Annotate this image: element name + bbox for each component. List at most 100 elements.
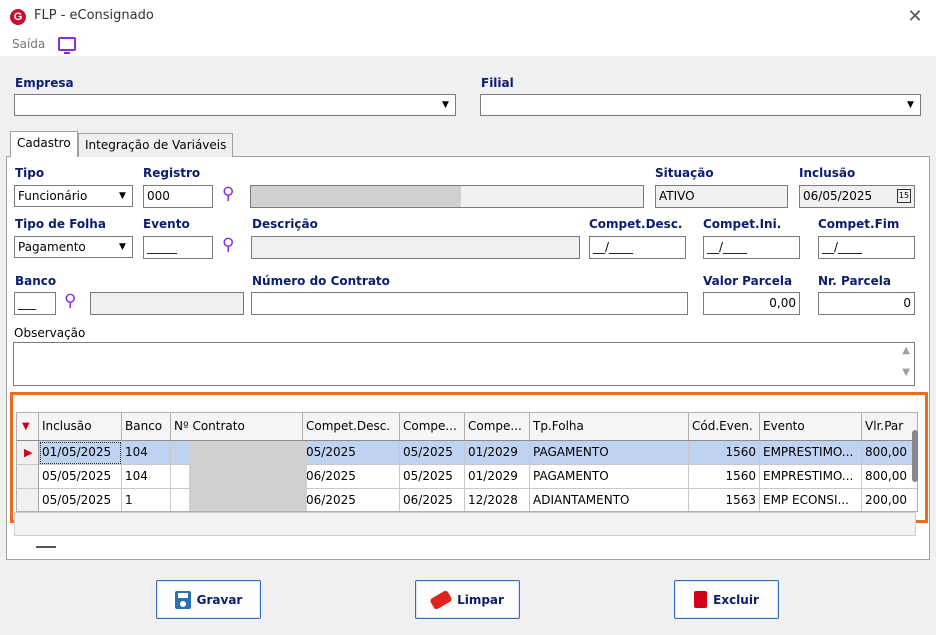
col-header-cod-evento[interactable]: Cód.Even. (689, 413, 760, 441)
cell-compet-desc[interactable]: 06/2025 (303, 465, 400, 489)
cell-cod-evento[interactable]: 1560 (689, 465, 760, 489)
col-header-compet-fim[interactable]: Compe... (465, 413, 530, 441)
tab-integracao-variaveis[interactable]: Integração de Variáveis (78, 133, 234, 157)
cell-banco[interactable]: 104 (122, 441, 171, 465)
calendar-icon[interactable]: 15 (897, 189, 911, 203)
cell-tp-folha[interactable]: ADIANTAMENTO (530, 489, 689, 511)
col-header-compet-desc[interactable]: Compet.Desc. (303, 413, 400, 441)
inclusao-label: Inclusão (799, 166, 856, 180)
registro-input[interactable]: 000 (143, 185, 213, 208)
cell-compet-ini[interactable]: 05/2025 (400, 441, 465, 465)
close-icon[interactable]: ✕ (900, 3, 930, 31)
numero-contrato-label: Número do Contrato (252, 274, 390, 288)
limpar-label: Limpar (457, 592, 504, 607)
grid-menu-icon[interactable]: ▼ (17, 413, 39, 441)
registro-label: Registro (143, 166, 201, 180)
cell-cod-evento[interactable]: 1563 (689, 489, 760, 511)
valor-parcela-input[interactable]: 0,00 (703, 292, 800, 315)
tipo-select[interactable]: Funcionário ▼ (14, 185, 133, 207)
banco-label: Banco (15, 274, 57, 288)
tipo-folha-select[interactable]: Pagamento ▼ (14, 236, 133, 258)
menu-bar (0, 34, 936, 56)
cell-compet-ini[interactable]: 06/2025 (400, 489, 465, 511)
chevron-down-icon[interactable]: ▼ (438, 98, 453, 113)
situacao-label: Situação (655, 166, 714, 180)
cell-compet-fim[interactable]: 12/2028 (465, 489, 530, 511)
observacao-label: Observação (14, 326, 86, 340)
col-header-contrato[interactable]: Nº Contrato (171, 413, 303, 441)
cell-vlr-parcela[interactable]: 200,00 (862, 489, 917, 511)
cell-compet-desc[interactable]: 06/2025 (303, 489, 400, 511)
excluir-button[interactable]: Excluir (674, 580, 779, 619)
cell-inclusao[interactable]: 01/05/2025 (39, 441, 122, 465)
grid-resize-grip[interactable] (36, 546, 56, 548)
search-icon[interactable]: ⚲ (64, 291, 76, 311)
search-icon[interactable]: ⚲ (222, 235, 234, 255)
cell-evento[interactable]: EMP ECONSI... (760, 489, 862, 511)
nr-parcela-input[interactable]: 0 (818, 292, 915, 315)
search-icon[interactable]: ⚲ (222, 184, 234, 204)
gravar-button[interactable]: Gravar (156, 580, 261, 619)
menu-saida[interactable]: Saída (12, 37, 45, 51)
cell-compet-ini[interactable]: 05/2025 (400, 465, 465, 489)
valor-parcela-label: Valor Parcela (703, 274, 793, 288)
tipo-value: Funcionário (18, 189, 88, 203)
chevron-down-icon[interactable]: ▼ (115, 189, 130, 204)
cell-banco[interactable]: 104 (122, 465, 171, 489)
limpar-button[interactable]: Limpar (415, 580, 520, 619)
compet-fim-input[interactable]: __/____ (818, 236, 915, 259)
scroll-down-icon[interactable]: ▼ (902, 367, 910, 378)
row-indicator[interactable] (17, 489, 39, 511)
trash-icon (694, 591, 708, 608)
cell-evento[interactable]: EMPRESTIMO... (760, 465, 862, 489)
cell-compet-fim[interactable]: 01/2029 (465, 465, 530, 489)
compet-fim-label: Compet.Fim (818, 217, 900, 231)
inclusao-date-field[interactable]: 06/05/2025 15 (799, 185, 915, 208)
filial-select[interactable]: ▼ (480, 94, 921, 116)
observacao-textarea[interactable]: ▲ ▼ (13, 342, 915, 386)
col-header-evento[interactable]: Evento (760, 413, 862, 441)
banco-nome-field (90, 292, 244, 315)
numero-contrato-input[interactable] (251, 292, 688, 315)
cell-evento[interactable]: EMPRESTIMO... (760, 441, 862, 465)
contracts-grid[interactable]: ▼ Inclusão Banco Nº Contrato Compet.Desc… (16, 412, 918, 512)
col-header-vlr-parcela[interactable]: Vlr.Par (862, 413, 917, 441)
compet-ini-input[interactable]: __/____ (703, 236, 800, 259)
empresa-select[interactable]: ▼ (14, 94, 456, 116)
cell-vlr-parcela[interactable]: 800,00 (862, 441, 917, 465)
cell-tp-folha[interactable]: PAGAMENTO (530, 441, 689, 465)
tipo-folha-value: Pagamento (18, 240, 86, 254)
chevron-down-icon[interactable]: ▼ (903, 98, 918, 113)
empresa-label: Empresa (15, 76, 74, 90)
cell-compet-desc[interactable]: 05/2025 (303, 441, 400, 465)
monitor-icon[interactable] (58, 37, 76, 54)
col-header-inclusao[interactable]: Inclusão (39, 413, 122, 441)
cell-cod-evento[interactable]: 1560 (689, 441, 760, 465)
compet-desc-label: Compet.Desc. (589, 217, 683, 231)
grid-footer (14, 512, 916, 536)
filial-label: Filial (481, 76, 514, 90)
col-header-compet-ini[interactable]: Compe... (400, 413, 465, 441)
cell-compet-fim[interactable]: 01/2029 (465, 441, 530, 465)
cell-banco[interactable]: 1 (122, 489, 171, 511)
nr-parcela-label: Nr. Parcela (818, 274, 891, 288)
cell-inclusao[interactable]: 05/05/2025 (39, 489, 122, 511)
scroll-up-icon[interactable]: ▲ (902, 345, 910, 356)
cell-tp-folha[interactable]: PAGAMENTO (530, 465, 689, 489)
col-header-tp-folha[interactable]: Tp.Folha (530, 413, 689, 441)
cell-vlr-parcela[interactable]: 800,00 (862, 465, 917, 489)
excluir-label: Excluir (713, 592, 759, 607)
cell-inclusao[interactable]: 05/05/2025 (39, 465, 122, 489)
col-header-banco[interactable]: Banco (122, 413, 171, 441)
banco-input[interactable]: ___ (14, 292, 56, 315)
window-title: FLP - eConsignado (34, 8, 154, 23)
compet-desc-input[interactable]: __/____ (589, 236, 686, 259)
tab-cadastro[interactable]: Cadastro (10, 131, 78, 157)
row-indicator[interactable] (17, 465, 39, 489)
evento-input[interactable]: _____ (143, 236, 213, 259)
save-icon (174, 590, 191, 609)
chevron-down-icon[interactable]: ▼ (115, 240, 130, 255)
row-indicator[interactable]: ▶ (17, 441, 39, 465)
current-row-arrow-icon: ▶ (24, 446, 33, 459)
grid-scrollbar-thumb[interactable] (912, 430, 918, 482)
